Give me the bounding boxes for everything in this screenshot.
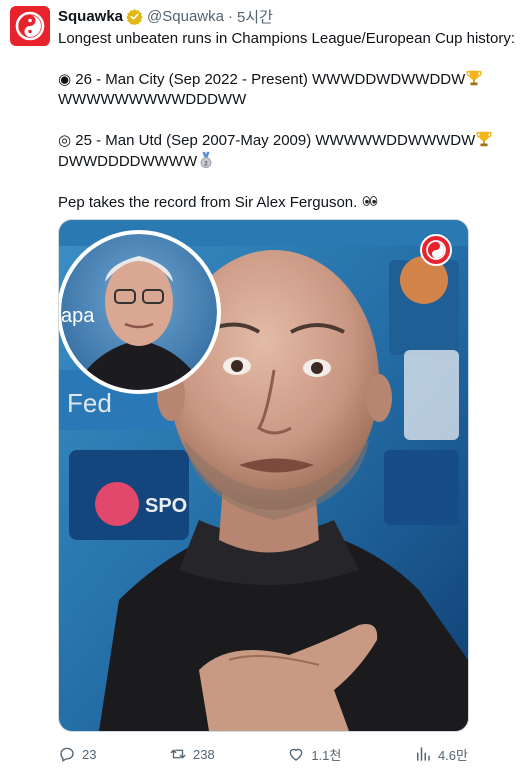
reply-count: 23: [82, 746, 97, 762]
man-utd-run: ◎ 25 - Man Utd (Sep 2007-May 2009) WWWWW…: [58, 132, 476, 149]
retweet-icon: [170, 749, 186, 759]
header-separator: ·: [227, 7, 233, 25]
views-chart-icon: [416, 747, 430, 761]
man-utd-run-continued: DWWDDDDWWWW: [58, 153, 198, 170]
tweet-line-man-utd: ◎ 25 - Man Utd (Sep 2007-May 2009) WWWWW…: [58, 130, 524, 151]
reply-button[interactable]: 23: [58, 745, 96, 763]
views-button[interactable]: 4.6만: [414, 745, 468, 764]
heart-icon: [290, 748, 303, 761]
tweet-actions: 23 238 1.1천 4.6만: [58, 744, 468, 764]
svg-text:apa: apa: [61, 305, 95, 327]
view-count: 4.6만: [437, 747, 468, 763]
tweet-line-heading: Longest unbeaten runs in Champions Leagu…: [58, 30, 515, 47]
press-conference-photo: SPO Fed apa: [59, 220, 468, 731]
reply-icon: [60, 747, 74, 762]
man-city-run: ◉ 26 - Man City (Sep 2022 - Present) WWW…: [58, 71, 466, 88]
tweet-media-photo[interactable]: SPO Fed apa: [58, 219, 469, 732]
tweet-timestamp[interactable]: 5시간: [237, 6, 273, 27]
record-sentence: Pep takes the record from Sir Alex Fergu…: [58, 194, 362, 211]
tweet-header: Squawka @Squawka · 5시간: [58, 6, 273, 26]
retweet-button[interactable]: 238: [169, 745, 215, 763]
author-name[interactable]: Squawka: [58, 8, 123, 25]
like-count: 1.1천: [311, 747, 342, 763]
second-place-medal-icon: 2: [200, 151, 212, 169]
eyes-icon: [363, 196, 378, 206]
retweet-count: 238: [193, 746, 215, 762]
author-handle[interactable]: @Squawka: [147, 8, 224, 25]
man-city-run-continued: WWWWWWWWWDDDWW: [58, 91, 247, 108]
squawka-logo-icon: [15, 11, 45, 41]
like-button[interactable]: 1.1천: [287, 745, 341, 764]
svg-text:2: 2: [204, 160, 208, 167]
verified-badge-icon[interactable]: [126, 8, 143, 25]
tweet-text: Longest unbeaten runs in Champions Leagu…: [58, 29, 524, 213]
tweet-line-man-city: ◉ 26 - Man City (Sep 2022 - Present) WWW…: [58, 69, 524, 90]
man-utd-run-continued-line: DWWDDDDWWWW 2: [58, 151, 524, 172]
trophy-icon: [466, 70, 482, 86]
tweet-line-record: Pep takes the record from Sir Alex Fergu…: [58, 192, 524, 213]
trophy-icon: [476, 131, 492, 147]
squawka-avatar[interactable]: [10, 6, 50, 46]
svg-text:SPO: SPO: [145, 495, 187, 517]
svg-text:Fed: Fed: [67, 388, 112, 418]
